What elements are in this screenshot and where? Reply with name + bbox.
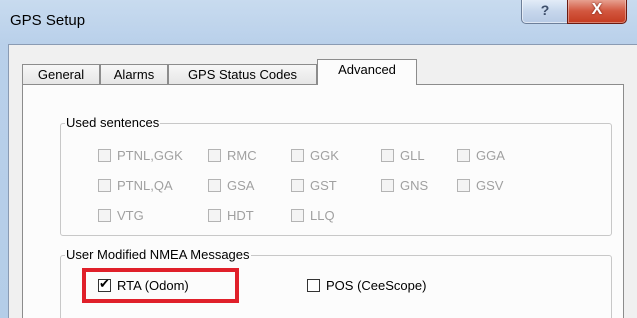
checkbox-box <box>307 279 320 292</box>
tab-general[interactable]: General <box>22 64 100 84</box>
tab-gps-status-codes[interactable]: GPS Status Codes <box>168 64 317 84</box>
help-button[interactable]: ? <box>521 0 569 24</box>
checkbox-label: RMC <box>227 148 257 163</box>
close-button[interactable]: X <box>567 0 627 24</box>
close-icon: X <box>591 1 603 18</box>
checkbox-label: GSV <box>476 178 504 193</box>
checkbox-box <box>457 179 470 192</box>
title-bar[interactable]: GPS Setup ? X <box>0 0 637 44</box>
checkbox-label: GST <box>310 178 337 193</box>
help-icon: ? <box>540 2 550 18</box>
checkbox-label: VTG <box>117 208 144 223</box>
user-modified-nmea-title: User Modified NMEA Messages <box>65 247 251 263</box>
checkbox-box <box>98 179 111 192</box>
checkbox-box <box>98 209 111 222</box>
used-sentences-group: Used sentences PTNL,GGK RMC GGK GLL GGA … <box>60 115 612 236</box>
checkbox-box <box>291 209 304 222</box>
checkbox-box <box>457 149 470 162</box>
tab-alarms[interactable]: Alarms <box>100 64 168 84</box>
checkbox-label: GGK <box>310 148 339 163</box>
gps-setup-window: GPS Setup ? X General Alarms GPS Status … <box>0 0 637 318</box>
checkbox-label: GGA <box>476 148 505 163</box>
checkbox-label: POS (CeeScope) <box>326 278 427 293</box>
checkbox-label: PTNL,GGK <box>117 148 183 163</box>
checkbox-label: GNS <box>400 178 429 193</box>
checkbox-label: PTNL,QA <box>117 178 173 193</box>
checkbox-label: HDT <box>227 208 254 223</box>
checkbox-label: GSA <box>227 178 255 193</box>
checkbox-box <box>208 149 221 162</box>
used-sentences-title: Used sentences <box>65 115 161 131</box>
checkbox-box <box>381 149 394 162</box>
checkbox-box <box>208 209 221 222</box>
tab-advanced[interactable]: Advanced <box>317 59 417 85</box>
checkbox-label: LLQ <box>310 208 335 223</box>
checkbox-box <box>381 179 394 192</box>
checkbox-box <box>291 149 304 162</box>
checkbox-box <box>208 179 221 192</box>
checkbox-box <box>98 149 111 162</box>
window-title: GPS Setup <box>10 12 86 29</box>
checkbox-label: GLL <box>400 148 425 163</box>
red-highlight-box <box>82 268 239 303</box>
checkbox-box <box>291 179 304 192</box>
